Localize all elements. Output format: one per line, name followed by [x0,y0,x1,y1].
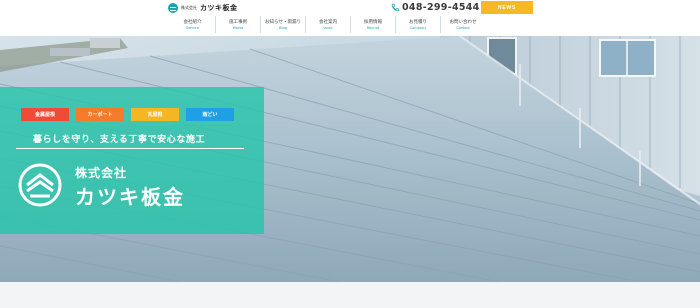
nav-item-sublabel: Service [186,26,199,30]
site-header: 株式会社 カツキ板金 会社紹介 Service 施工事例 Works お知らせ・… [0,0,700,36]
brand-logo[interactable]: 株式会社 カツキ板金 [168,2,238,14]
tag-metal-roof[interactable]: 金属屋根 [21,108,69,121]
main-nav: 会社紹介 Service 施工事例 Works お知らせ・雨漏り Blog 会社… [170,16,485,33]
nav-item-sublabel: Voice [323,26,333,30]
phone-icon [391,3,400,11]
tag-carport[interactable]: カーポート [76,108,124,121]
nav-item-works[interactable]: 施工事例 Works [215,16,260,33]
nav-item-sublabel: Blog [279,26,287,30]
service-tags: 金属屋根 カーポート 瓦屋根 雨どい [21,108,234,121]
nav-item-contact[interactable]: お問い合わせ Contact [440,16,485,33]
nav-item-sublabel: Contact [456,26,470,30]
company-type-label: 株式会社 [75,166,128,180]
nav-item-sublabel: Works [232,26,244,30]
divider [16,148,244,149]
news-button[interactable]: NEWS [481,1,533,14]
nav-item-label: 採用情報 [364,20,382,25]
hero-tagline: 暮らしを守り、支える丁寧で安心な施工 [33,135,206,145]
nav-item-voice[interactable]: 会社案内 Voice [305,16,350,33]
nav-item-company[interactable]: お見積り Company [395,16,440,33]
phone-contact[interactable]: 048-299-4544 [391,1,480,13]
company-name: カツキ板金 [75,185,185,209]
nav-item-label: お見積り [409,20,427,25]
phone-number: 048-299-4544 [402,1,480,13]
nav-item-label: 会社案内 [319,20,337,25]
page-bottom-band [0,282,700,308]
nav-item-label: お問い合わせ [449,20,477,25]
nav-item-sublabel: Company [409,26,427,30]
tag-tile-roof[interactable]: 瓦屋根 [131,108,179,121]
nav-item-service[interactable]: 会社紹介 Service [170,16,215,33]
nav-item-sublabel: Recruit [366,26,380,30]
brand-name: カツキ板金 [200,4,238,12]
nav-item-label: お知らせ・雨漏り [265,20,301,25]
nav-item-label: 施工事例 [229,20,247,25]
nav-item-label: 会社紹介 [183,20,202,25]
nav-item-blog[interactable]: お知らせ・雨漏り Blog [260,16,305,33]
brand-small-label: 株式会社 [181,5,197,10]
company-logo-icon [18,163,62,207]
brand-mark-icon [168,3,178,13]
tag-gutter[interactable]: 雨どい [186,108,234,121]
nav-item-recruit[interactable]: 採用情報 Recruit [350,16,395,33]
